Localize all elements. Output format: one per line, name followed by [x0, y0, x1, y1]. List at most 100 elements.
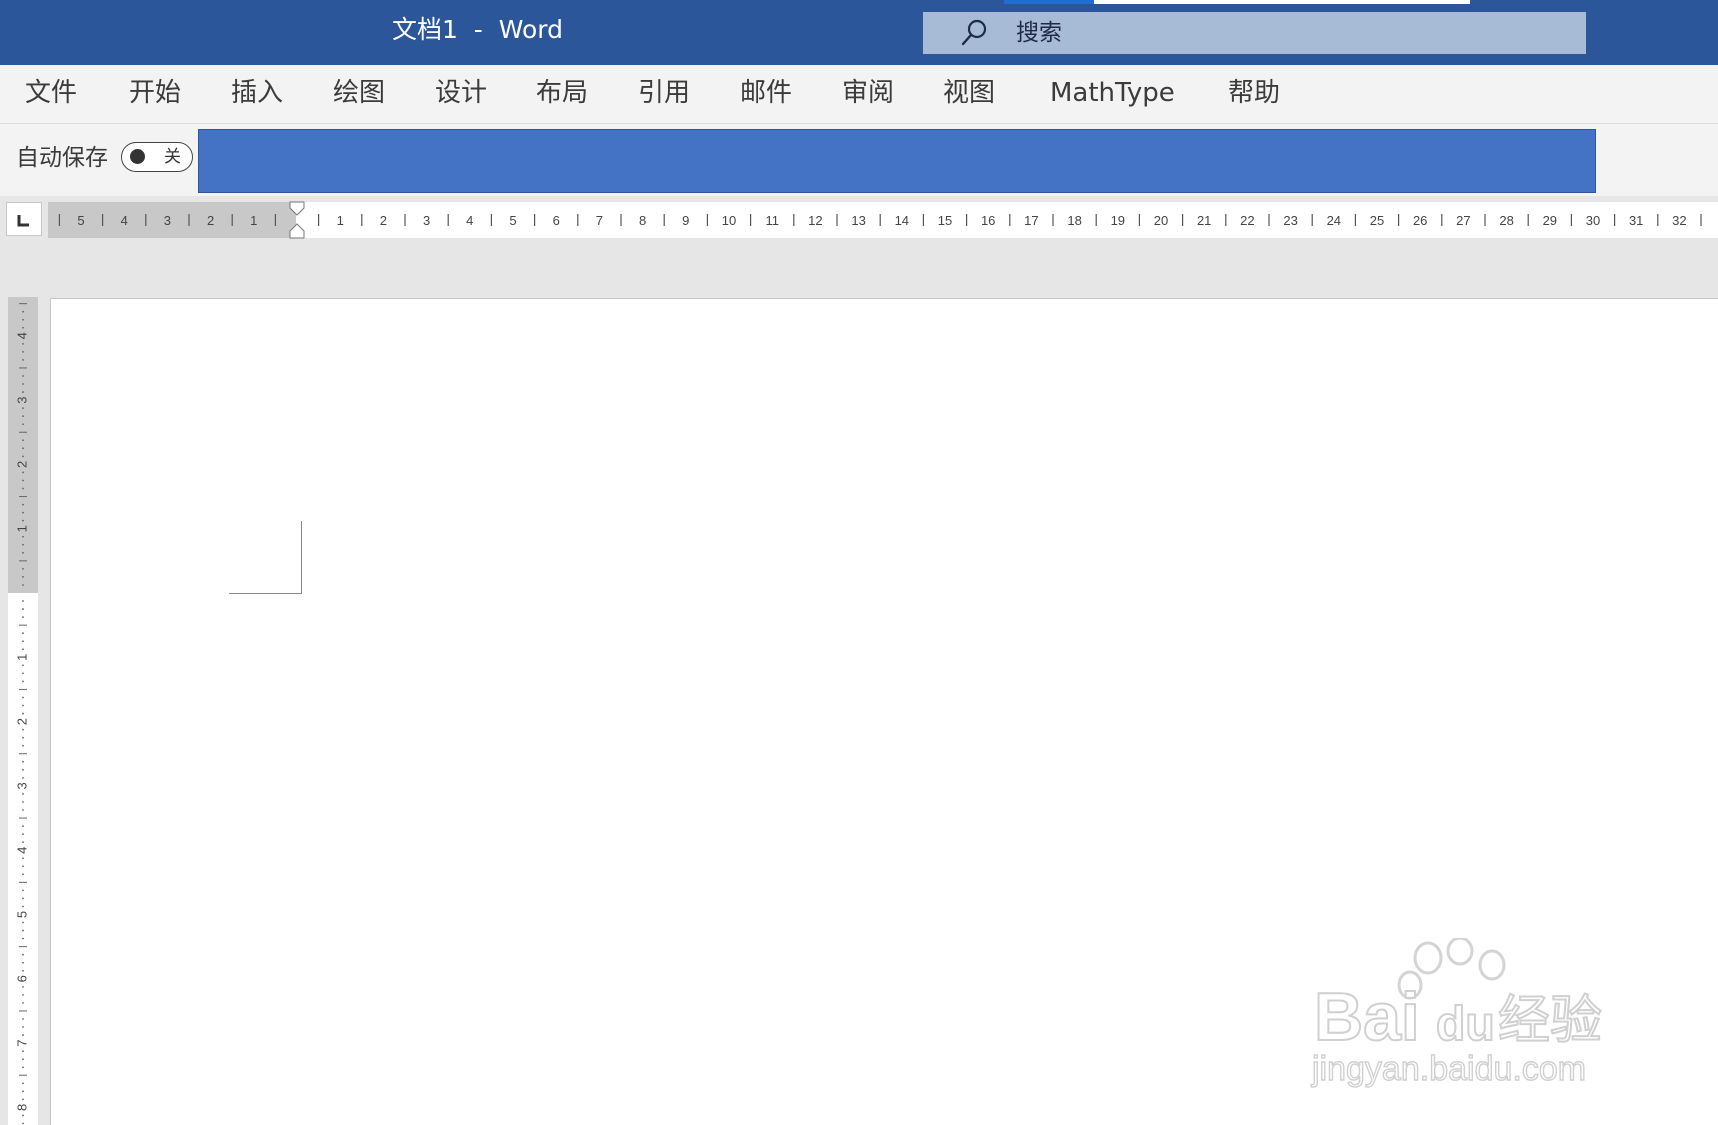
ruler-dot — [22, 310, 24, 313]
ruler-dot — [22, 905, 24, 908]
title-bar: 文档1 - Word 搜索 — [0, 0, 1718, 65]
tab-stop-selector[interactable] — [6, 202, 42, 236]
ruler-dot — [22, 487, 24, 490]
ruler-dot — [22, 873, 24, 876]
ruler-label: 2 — [14, 461, 29, 468]
ruler-dot — [22, 1050, 24, 1053]
ruler-dot — [22, 793, 24, 795]
ruler-dot — [22, 1122, 24, 1125]
ruler-label: 27 — [1456, 213, 1470, 228]
ruler-dot — [22, 953, 24, 956]
document-page[interactable] — [50, 298, 1718, 1125]
horizontal-ruler[interactable]: 5 4 3 2 1 1 2 3 4 5 6 7 8 9 10 11 12 13 14 15 16 17 18 19 20 21 22… — [48, 200, 1718, 240]
ruler-label: 23 — [1283, 213, 1297, 228]
ruler-dot — [22, 768, 24, 771]
ruler-dot — [22, 897, 24, 900]
tab-draw[interactable]: 绘图 — [333, 75, 385, 111]
ruler-dot — [22, 1114, 24, 1117]
ruler-dot — [22, 648, 24, 651]
ruler-label: 4 — [466, 213, 473, 228]
window-title: 文档1 - Word — [392, 15, 563, 44]
toggle-knob — [130, 149, 145, 164]
ruler-label: 3 — [14, 782, 29, 789]
ruler-dot — [22, 391, 24, 393]
ruler-dot — [22, 833, 24, 836]
ruler-dot — [22, 455, 24, 458]
ruler-dot — [22, 447, 24, 450]
ruler-dot — [22, 664, 24, 667]
tab-design[interactable]: 设计 — [435, 75, 487, 111]
ruler-dot — [22, 865, 24, 868]
tab-references[interactable]: 引用 — [638, 75, 690, 111]
ruler-label: 24 — [1327, 213, 1341, 228]
ruler-dot — [22, 825, 24, 827]
tab-mathtype[interactable]: MathType — [1050, 75, 1175, 111]
tab-help[interactable]: 帮助 — [1228, 75, 1280, 111]
ruler-label: 14 — [895, 213, 909, 228]
ruler-dot — [22, 359, 24, 361]
ruler-label: 3 — [14, 396, 29, 403]
tab-review[interactable]: 审阅 — [842, 75, 894, 111]
ruler-dot — [22, 519, 24, 522]
search-placeholder: 搜索 — [1016, 20, 1062, 46]
autosave-toggle[interactable]: 关 — [121, 142, 193, 172]
search-box[interactable]: 搜索 — [923, 12, 1586, 54]
ruler-dot — [22, 318, 24, 321]
ruler-dot — [22, 672, 24, 675]
ruler-label: 4 — [14, 847, 29, 854]
ruler-label: 9 — [682, 213, 689, 228]
ruler-dot — [22, 1098, 24, 1101]
ruler-dot — [22, 929, 24, 932]
ruler-label: 18 — [1067, 213, 1081, 228]
ruler-dot — [22, 511, 24, 514]
tab-view[interactable]: 视图 — [943, 75, 995, 111]
title-accent-highlight — [1004, 0, 1094, 4]
ruler-label: 28 — [1499, 213, 1513, 228]
ruler-label: 8 — [14, 1104, 29, 1111]
ruler-label: 29 — [1543, 213, 1557, 228]
ruler-dot — [22, 551, 24, 554]
tab-file[interactable]: 文件 — [25, 75, 77, 111]
ribbon-panel — [198, 129, 1596, 193]
tab-mailings[interactable]: 邮件 — [740, 75, 792, 111]
ruler-label: 30 — [1586, 213, 1600, 228]
ruler-dot — [22, 857, 24, 860]
tab-home[interactable]: 开始 — [129, 75, 181, 111]
ruler-dot — [22, 985, 24, 988]
tab-insert[interactable]: 插入 — [231, 75, 283, 111]
ruler-label: 12 — [808, 213, 822, 228]
ruler-label: 26 — [1413, 213, 1427, 228]
ruler-dot — [22, 801, 24, 803]
ruler-label: 11 — [765, 213, 779, 228]
ruler-label: 7 — [596, 213, 603, 228]
tab-layout[interactable]: 布局 — [536, 75, 588, 111]
ruler-dot — [22, 535, 24, 538]
ruler-dot — [22, 584, 24, 586]
ruler-dot — [22, 415, 24, 418]
ruler-dot — [22, 503, 24, 506]
ruler-label: 2 — [380, 213, 387, 228]
ruler-dot — [22, 1026, 24, 1028]
ruler-label: 5 — [14, 911, 29, 918]
ruler-label: 6 — [14, 975, 29, 982]
ruler-dot — [22, 350, 24, 353]
ruler-label: 32 — [1672, 213, 1686, 228]
ruler-dot — [22, 326, 24, 329]
ruler-dot — [22, 640, 24, 643]
ruler-dot — [22, 576, 24, 578]
ruler-label: 1 — [14, 654, 29, 661]
autosave-state: 关 — [164, 147, 181, 167]
ruler-dot — [22, 712, 24, 715]
ruler-dot — [22, 1058, 24, 1061]
ruler-label: 22 — [1240, 213, 1254, 228]
ruler-dot — [22, 479, 24, 482]
ruler-label: 25 — [1370, 213, 1384, 228]
ruler-dot — [22, 342, 24, 345]
ruler-area: 5 4 3 2 1 1 2 3 4 5 6 7 8 9 10 11 12 13 14 15 16 17 18 19 20 21 22… — [0, 196, 1718, 298]
document-area — [0, 298, 1718, 1125]
vertical-ruler[interactable]: 4 3 2 1 1 2 3 4 5 6 7 8 — [6, 297, 40, 1125]
ruler-dot — [22, 632, 24, 635]
ruler-label: 20 — [1154, 213, 1168, 228]
ruler-dot — [22, 608, 24, 610]
search-icon — [961, 19, 987, 46]
